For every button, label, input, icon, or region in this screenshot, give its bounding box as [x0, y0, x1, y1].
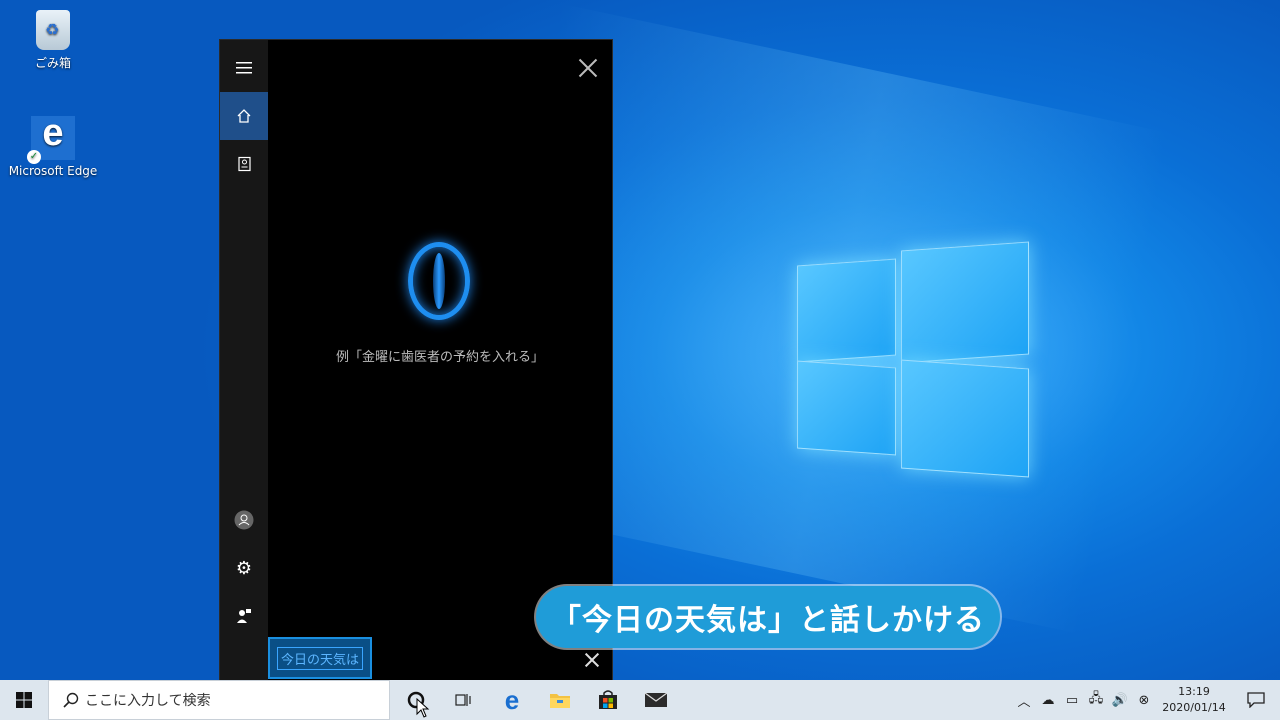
- windows-start-icon: [16, 692, 32, 708]
- network-button[interactable]: 🖧: [1084, 680, 1108, 720]
- onedrive-button[interactable]: ☁: [1036, 680, 1060, 720]
- query-dismiss-icon[interactable]: [584, 652, 600, 668]
- notification-icon: [1247, 692, 1265, 708]
- battery-icon: ▭: [1065, 692, 1079, 708]
- store-bag-icon: [599, 690, 617, 709]
- network-icon: 🖧: [1088, 691, 1104, 706]
- windows-logo-pane-br: [901, 359, 1029, 478]
- search-icon: [63, 692, 79, 708]
- tutorial-caption: 「今日の天気は」と話しかける: [536, 586, 1000, 648]
- chevron-up-icon: ︿: [1017, 694, 1031, 710]
- battery-button[interactable]: ▭: [1060, 680, 1084, 720]
- cortana-close-button[interactable]: [576, 56, 600, 80]
- task-view-icon: [455, 694, 471, 706]
- home-icon: [237, 109, 251, 123]
- cloud-icon: ☁: [1041, 692, 1055, 708]
- edge-icon: e ✓: [27, 112, 75, 164]
- taskbar: ここに入力して検索 e ︿ ☁ ▭ 🖧 🔊 ⊗ 13:19 2020/01/14: [0, 680, 1280, 720]
- edge-icon: e: [504, 684, 520, 715]
- cortana-query-box[interactable]: 今日の天気は: [268, 637, 372, 679]
- taskbar-clock[interactable]: 13:19 2020/01/14: [1156, 684, 1232, 716]
- recycle-bin-icon: ♻: [36, 10, 70, 50]
- mail-icon: [644, 692, 668, 707]
- hamburger-menu-icon: [236, 62, 252, 74]
- search-placeholder: ここに入力して検索: [85, 693, 211, 709]
- file-explorer-button[interactable]: [536, 680, 584, 720]
- cortana-panel: ⚙ 例「金曜に歯医者の予約を入れる」 今日の天気は: [220, 40, 612, 680]
- windows-logo-pane-bl: [797, 360, 896, 456]
- folder-icon: [550, 694, 570, 708]
- clock-date: 2020/01/14: [1162, 701, 1226, 714]
- desktop-icon-label: ごみ箱: [34, 56, 71, 70]
- action-center-button[interactable]: [1232, 680, 1280, 720]
- notebook-icon: [238, 156, 251, 172]
- cortana-taskbar-button[interactable]: [392, 680, 440, 720]
- desktop-icon-edge[interactable]: e ✓ Microsoft Edge: [8, 112, 98, 178]
- cortana-query-text: 今日の天気は: [276, 646, 363, 670]
- feedback-button[interactable]: [220, 592, 268, 640]
- settings-icon: ⚙: [235, 557, 253, 579]
- task-view-button[interactable]: [440, 680, 488, 720]
- windows-logo-pane-tr: [901, 241, 1029, 364]
- cortana-ring-icon: [408, 242, 470, 320]
- store-button[interactable]: [584, 680, 632, 720]
- windows-logo-pane-tl: [797, 258, 896, 363]
- settings-button[interactable]: ⚙: [220, 544, 268, 592]
- system-tray: ︿ ☁ ▭ 🖧 🔊 ⊗ 13:19 2020/01/14: [1012, 680, 1280, 720]
- notebook-button[interactable]: [220, 140, 268, 188]
- ime-button[interactable]: ⊗: [1132, 680, 1156, 720]
- cortana-nav-rail: ⚙: [220, 40, 268, 680]
- ime-off-icon: ⊗: [1138, 692, 1150, 708]
- start-button[interactable]: [0, 680, 48, 720]
- account-button[interactable]: [220, 496, 268, 544]
- mail-button[interactable]: [632, 680, 680, 720]
- clock-time: 13:19: [1178, 685, 1210, 698]
- speaker-icon: 🔊: [1111, 692, 1129, 708]
- taskbar-edge-button[interactable]: e: [488, 680, 536, 720]
- home-button[interactable]: [220, 92, 268, 140]
- feedback-icon: [237, 609, 251, 623]
- desktop-icon-label: Microsoft Edge: [8, 164, 98, 178]
- cortana-hint-text: 例「金曜に歯医者の予約を入れる」: [335, 350, 544, 365]
- mouse-cursor-icon: [416, 698, 430, 718]
- desktop-icon-recycle-bin[interactable]: ♻ ごみ箱: [8, 10, 98, 71]
- taskbar-search-box[interactable]: ここに入力して検索: [48, 680, 390, 720]
- show-hidden-icons-button[interactable]: ︿: [1012, 680, 1036, 720]
- account-icon: [234, 510, 254, 530]
- desktop-background: ♻ ごみ箱 e ✓ Microsoft Edge: [0, 0, 1280, 680]
- volume-button[interactable]: 🔊: [1108, 680, 1132, 720]
- hamburger-menu-button[interactable]: [220, 44, 268, 92]
